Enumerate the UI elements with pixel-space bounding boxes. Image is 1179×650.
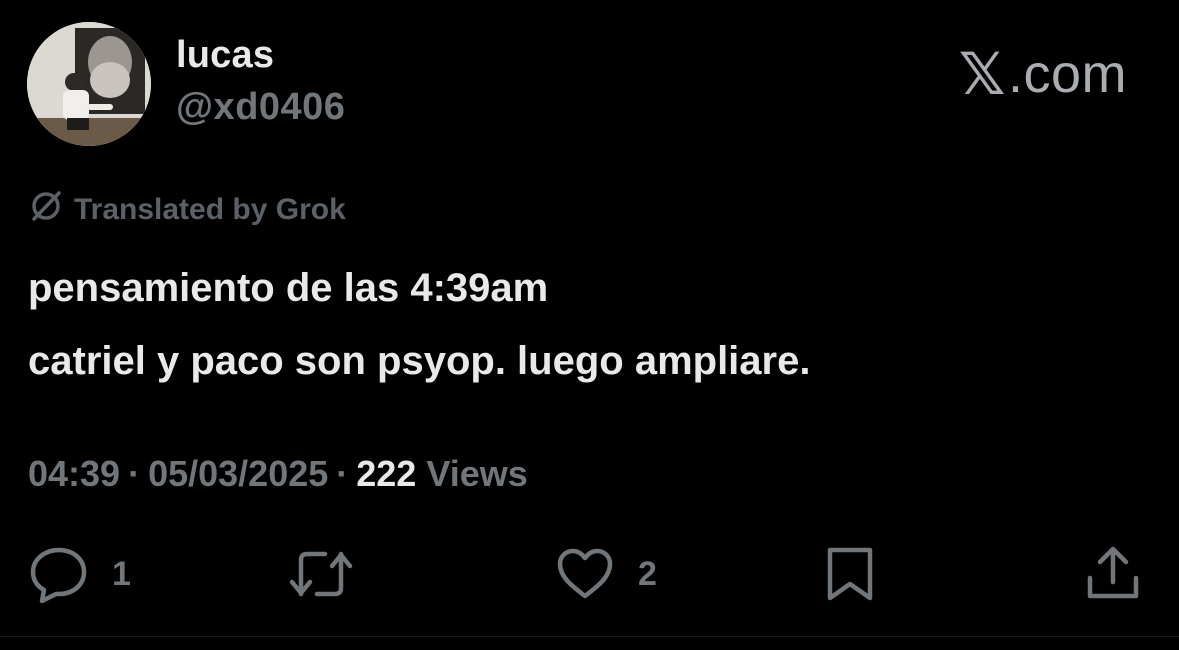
avatar[interactable]: [27, 22, 151, 146]
bookmark-button[interactable]: [822, 544, 878, 604]
like-count: 2: [638, 554, 657, 593]
grok-icon: [28, 188, 64, 232]
reply-icon: [28, 544, 90, 604]
repost-icon: [287, 544, 355, 604]
reply-count: 1: [112, 554, 131, 593]
tweet-date[interactable]: 05/03/2025: [148, 453, 328, 494]
heart-icon: [554, 544, 616, 604]
tweet-meta: 04:39 · 05/03/2025 · 222 Views: [28, 453, 528, 495]
tweet-text: pensamiento de las 4:39am catriel y paco…: [28, 252, 810, 398]
reply-button[interactable]: 1: [28, 544, 131, 604]
tweet-line: pensamiento de las 4:39am: [28, 266, 549, 310]
brand-suffix: .com: [1007, 44, 1127, 104]
tweet-time[interactable]: 04:39: [28, 453, 120, 494]
views-count[interactable]: 222: [356, 453, 416, 494]
meta-separator: ·: [128, 453, 141, 494]
tweet-line: catriel y paco son psyop. luego ampliare…: [28, 339, 811, 383]
author-display-name[interactable]: lucas: [176, 34, 274, 77]
divider: [0, 636, 1179, 637]
x-logo-icon: 𝕏: [958, 40, 1006, 108]
repost-button[interactable]: [287, 544, 377, 604]
bookmark-icon: [822, 544, 878, 604]
share-icon: [1084, 544, 1142, 604]
share-button[interactable]: [1084, 544, 1142, 604]
translated-label: Translated by Grok: [74, 193, 346, 226]
meta-separator: ·: [336, 453, 349, 494]
like-button[interactable]: 2: [554, 544, 657, 604]
avatar-image: [27, 22, 151, 146]
views-label: Views: [426, 453, 528, 494]
x-com-logo: 𝕏 .com: [959, 40, 1127, 108]
translated-by-grok[interactable]: Translated by Grok: [28, 188, 346, 232]
author-handle[interactable]: @xd0406: [176, 86, 345, 129]
